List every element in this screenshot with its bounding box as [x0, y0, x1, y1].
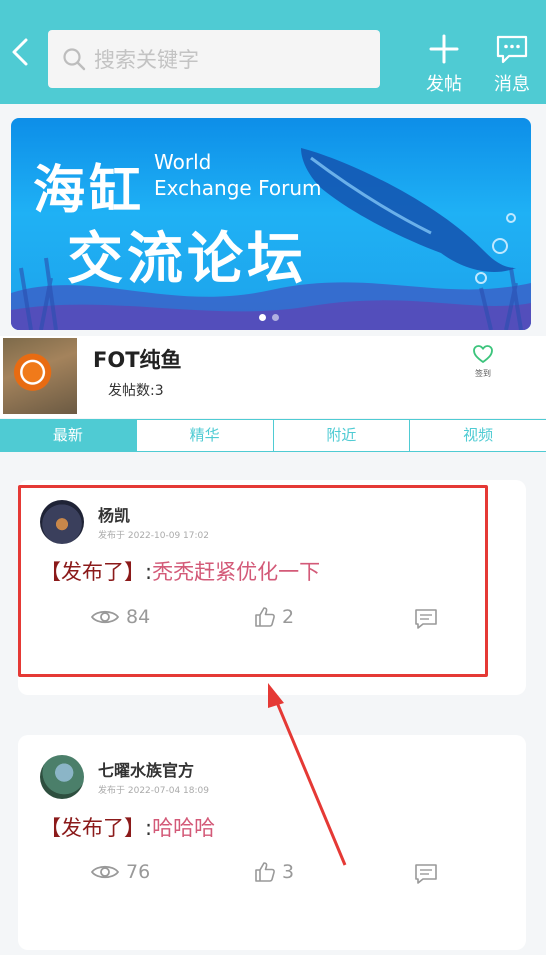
chevron-left-icon [12, 38, 28, 66]
like-button[interactable]: 3 [254, 861, 294, 883]
comment-button[interactable] [414, 863, 444, 885]
eye-icon [90, 865, 120, 879]
views-stat: 76 [90, 861, 150, 883]
annotation-highlight-box [18, 485, 488, 677]
carousel-dot[interactable] [272, 314, 279, 321]
banner-english-line2: Exchange Forum [154, 176, 322, 200]
search-placeholder: 搜索关键字 [94, 48, 199, 72]
heart-icon [473, 345, 493, 363]
follow-label: 签到 [475, 369, 491, 378]
post-card[interactable]: 七曜水族官方 发布于 2022-07-04 18:09 【发布了】:哈哈哈 76… [18, 735, 526, 950]
message-icon [496, 35, 528, 64]
avatar[interactable] [40, 755, 84, 799]
post-time: 发布于 2022-07-04 18:09 [98, 786, 209, 796]
tab-nearby[interactable]: 附近 [274, 420, 411, 451]
carousel-dot-active[interactable] [259, 314, 266, 321]
messages-button-label: 消息 [494, 74, 530, 95]
forum-info: FOT纯鱼 发帖数:3 签到 [0, 336, 546, 418]
banner-title-line1: 海缸 [33, 161, 146, 221]
follow-button[interactable]: 签到 [468, 344, 498, 379]
search-icon [63, 48, 86, 71]
tab-bar: 最新 精华 附近 视频 [0, 419, 546, 452]
carousel-indicator [259, 314, 279, 321]
post-content[interactable]: 哈哈哈 [152, 816, 215, 840]
forum-name: FOT纯鱼 [93, 348, 182, 372]
app-header: 搜索关键字 发帖 消息 [0, 0, 546, 104]
messages-button[interactable]: 消息 [488, 34, 536, 96]
tab-video[interactable]: 视频 [410, 420, 546, 451]
like-count: 3 [282, 861, 295, 883]
forum-thumbnail [3, 338, 77, 414]
tab-featured[interactable]: 精华 [137, 420, 274, 451]
thumbs-up-icon [255, 862, 275, 882]
post-count: 发帖数:3 [108, 383, 164, 399]
banner-title-line2: 交流论坛 [67, 227, 307, 292]
views-count: 76 [126, 861, 151, 883]
comment-icon [415, 864, 437, 884]
post-button[interactable]: 发帖 [420, 34, 468, 96]
post-button-label: 发帖 [426, 74, 462, 95]
back-button[interactable] [6, 32, 34, 72]
banner-english-line1: World [154, 150, 212, 174]
post-author[interactable]: 七曜水族官方 [98, 757, 194, 781]
tab-latest[interactable]: 最新 [0, 420, 137, 451]
search-input[interactable]: 搜索关键字 [48, 30, 380, 88]
banner-carousel[interactable]: 海缸 World Exchange Forum 交流论坛 [11, 118, 531, 330]
post-prefix: 【发布了】 [40, 816, 145, 840]
post-text: 【发布了】:哈哈哈 [40, 812, 215, 842]
plus-icon [429, 34, 459, 64]
